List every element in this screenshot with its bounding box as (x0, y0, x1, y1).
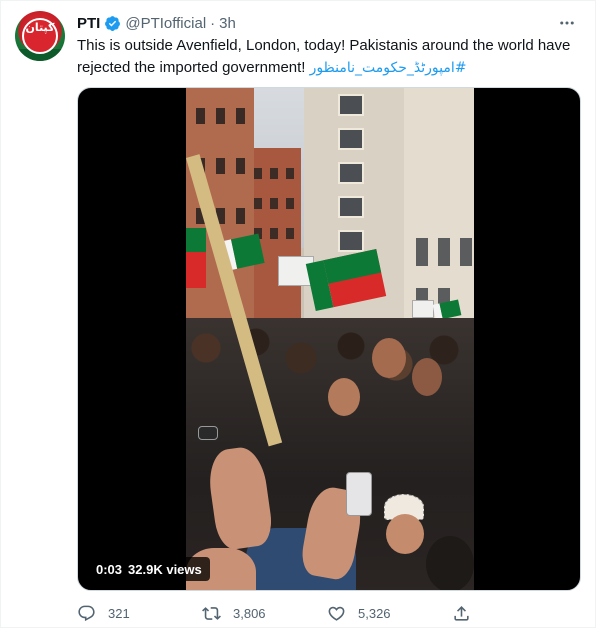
retweet-button[interactable]: 3,806 (202, 599, 327, 627)
pti-flag (186, 228, 206, 288)
like-count: 5,326 (358, 605, 391, 621)
reply-button[interactable]: 321 (77, 599, 202, 627)
more-options-button[interactable] (555, 11, 579, 35)
tweet-header: PTI @PTIofficial · 3h (77, 13, 236, 33)
video-duration: 0:03 (96, 561, 123, 577)
crowd (186, 318, 474, 590)
video-views: 32.9K views (128, 561, 202, 577)
author-handle[interactable]: @PTIofficial (125, 15, 206, 32)
video-player[interactable]: 0:03 32.9K views (77, 87, 581, 591)
retweet-icon (202, 606, 221, 620)
more-options-icon (560, 21, 574, 25)
like-icon (328, 606, 345, 621)
author-avatar[interactable]: کپتان (15, 11, 65, 61)
reply-icon (78, 605, 95, 621)
author-name[interactable]: PTI (77, 15, 100, 32)
person (328, 378, 360, 416)
like-button[interactable]: 5,326 (327, 599, 452, 627)
person (412, 358, 442, 396)
hashtag-link[interactable]: #امپورٹڈ_حکومت_نامنظور (310, 60, 467, 76)
tweet-card[interactable]: کپتان PTI @PTIofficial · 3h This is outs… (0, 0, 596, 628)
share-button[interactable] (452, 599, 512, 627)
verified-badge-icon (105, 15, 121, 31)
separator-dot: · (210, 14, 216, 32)
person (372, 338, 406, 378)
person (386, 514, 424, 554)
protest-sign (412, 300, 434, 318)
share-icon (454, 605, 469, 621)
phone (346, 472, 372, 516)
tweet-text: This is outside Avenfield, London, today… (77, 35, 587, 79)
video-info-badge: 0:03 32.9K views (88, 557, 210, 581)
video-frame (186, 88, 474, 590)
avatar-text: کپتان (25, 21, 55, 34)
retweet-count: 3,806 (233, 605, 266, 621)
tweet-timestamp[interactable]: 3h (219, 15, 236, 32)
action-bar: 321 3,806 5,326 (77, 599, 517, 627)
person (426, 536, 474, 590)
reply-count: 321 (108, 605, 130, 621)
phone (198, 426, 218, 440)
raised-hand (205, 444, 275, 552)
